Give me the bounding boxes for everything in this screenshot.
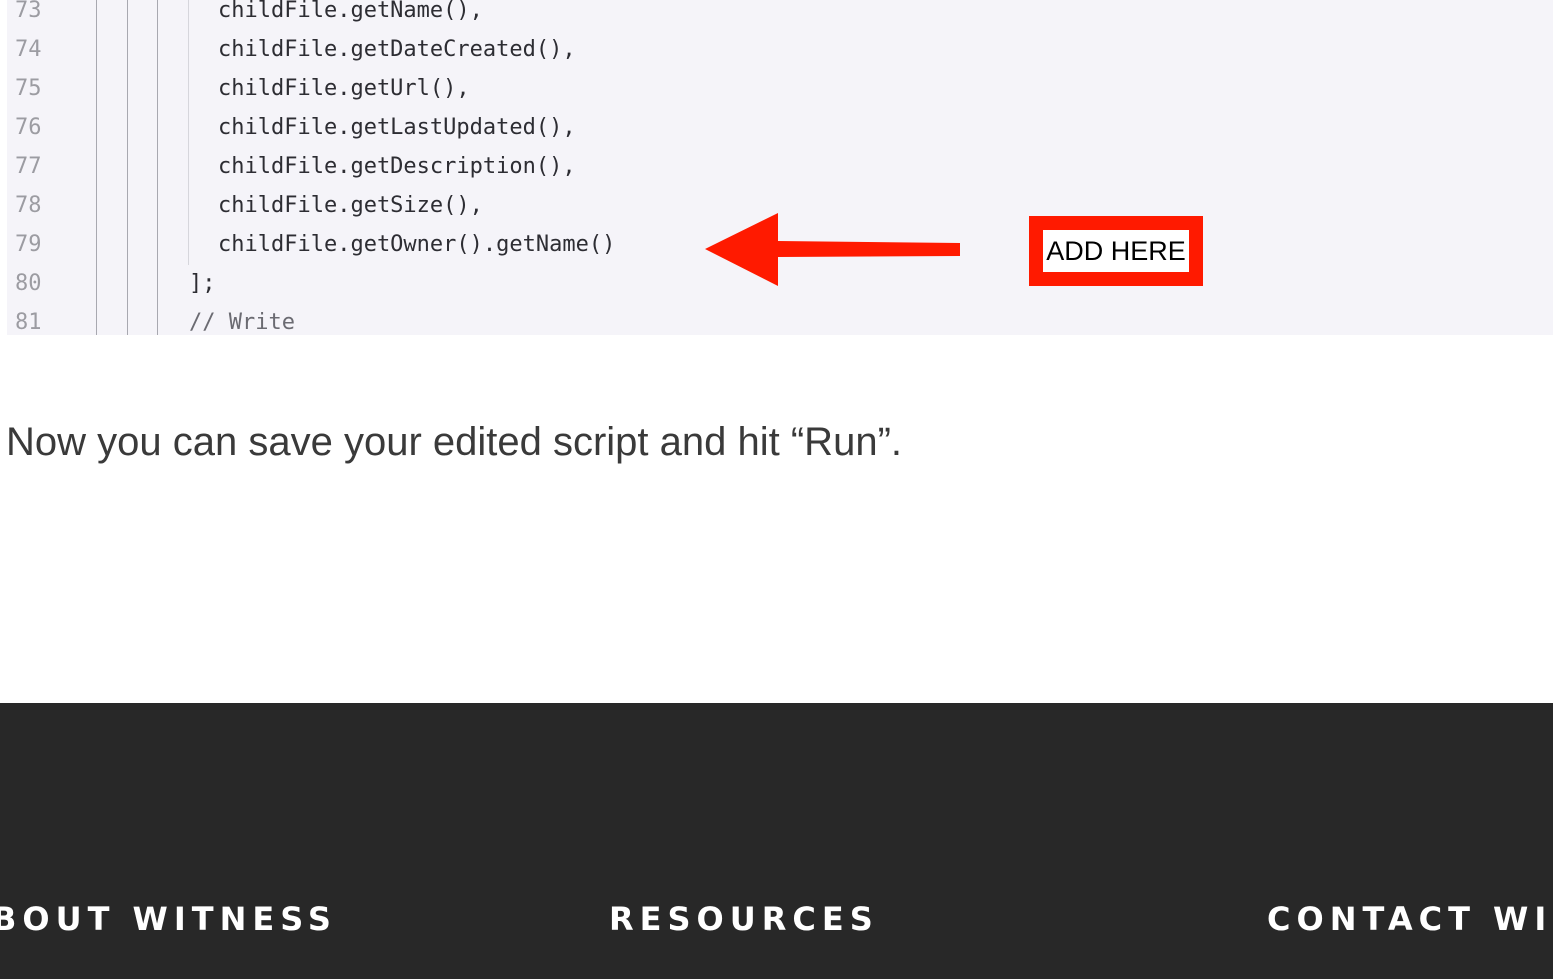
code-text: childFile.getLastUpdated(), — [218, 115, 576, 140]
code-line: 75 childFile.getUrl(), — [7, 76, 1553, 115]
line-number: 77 — [15, 154, 42, 179]
add-here-callout: ADD HERE — [1029, 216, 1203, 286]
footer-heading-contact: CONTACT WI — [1267, 900, 1553, 938]
footer-heading-about: BOUT WITNESS — [0, 900, 337, 938]
code-line: 77 childFile.getDescription(), — [7, 154, 1553, 193]
code-text: childFile.getDateCreated(), — [218, 37, 576, 62]
code-comment: // Write — [189, 310, 295, 335]
code-line: 76 childFile.getLastUpdated(), — [7, 115, 1553, 154]
code-line: 74 childFile.getDateCreated(), — [7, 37, 1553, 76]
line-number: 80 — [15, 271, 42, 296]
footer-heading-resources: RESOURCES — [609, 900, 879, 938]
line-number: 81 — [15, 310, 42, 335]
line-number: 78 — [15, 193, 42, 218]
code-text: childFile.getSize(), — [218, 193, 483, 218]
line-number: 75 — [15, 76, 42, 101]
code-text: childFile.getOwner().getName() — [218, 232, 616, 257]
line-number: 76 — [15, 115, 42, 140]
code-text: childFile.getDescription(), — [218, 154, 576, 179]
code-line: 73 childFile.getName(), — [7, 0, 1553, 37]
code-text: childFile.getName(), — [218, 0, 483, 23]
article-paragraph: Now you can save your edited script and … — [6, 420, 902, 464]
code-text: ]; — [189, 271, 216, 296]
line-number: 73 — [15, 0, 42, 23]
code-line: 81 // Write — [7, 310, 1553, 335]
site-footer: BOUT WITNESS RESOURCES CONTACT WI — [0, 703, 1553, 979]
add-here-label: ADD HERE — [1043, 230, 1189, 272]
line-number: 74 — [15, 37, 42, 62]
line-number: 79 — [15, 232, 42, 257]
code-text: childFile.getUrl(), — [218, 76, 470, 101]
red-arrow-icon — [705, 213, 960, 286]
